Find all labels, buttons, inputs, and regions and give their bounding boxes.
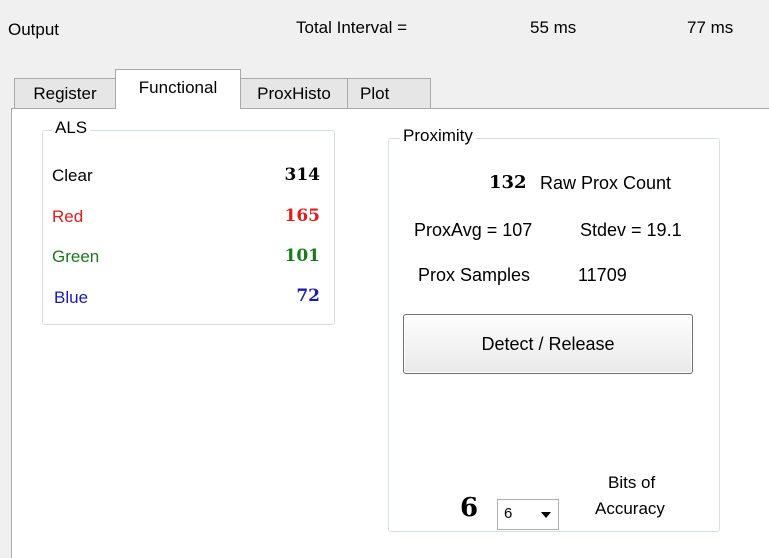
tab-plot[interactable]: Plot bbox=[347, 78, 431, 108]
bits-of-accuracy-display: 6 bbox=[460, 493, 479, 523]
total-interval-label: Total Interval = bbox=[296, 18, 408, 37]
output-label: Output bbox=[8, 20, 60, 39]
bits-of-accuracy-label-line1: Bits of bbox=[608, 473, 656, 492]
als-value-clear: 314 bbox=[284, 165, 321, 185]
interval-value-2: 77 ms bbox=[687, 18, 734, 37]
functional-panel: ALS Clear 314 Red 165 Green 101 Blue 72 … bbox=[11, 108, 769, 558]
als-group-title: ALS bbox=[52, 118, 91, 138]
prox-samples-value: 11709 bbox=[578, 265, 627, 285]
tab-functional[interactable]: Functional bbox=[115, 69, 241, 109]
bits-of-accuracy-label-line2: Accuracy bbox=[595, 499, 665, 518]
chevron-down-icon[interactable] bbox=[541, 512, 551, 518]
als-label-blue: Blue bbox=[54, 288, 89, 307]
raw-prox-count-value: 132 bbox=[489, 172, 527, 193]
stdev-readout: Stdev = 19.1 bbox=[580, 220, 682, 240]
proximity-group-title: Proximity bbox=[400, 126, 476, 146]
bits-dropdown-selected-value: 6 bbox=[504, 505, 513, 522]
als-value-blue: 72 bbox=[296, 286, 320, 306]
als-value-red: 165 bbox=[284, 206, 321, 226]
raw-prox-count-label: Raw Prox Count bbox=[540, 173, 672, 193]
prox-samples-label: Prox Samples bbox=[418, 265, 531, 285]
als-label-red: Red bbox=[52, 207, 84, 226]
prox-avg-readout: ProxAvg = 107 bbox=[414, 220, 533, 240]
als-label-green: Green bbox=[52, 247, 100, 266]
detect-release-button[interactable]: Detect / Release bbox=[403, 314, 693, 374]
bits-of-accuracy-dropdown[interactable]: 6 bbox=[497, 499, 559, 530]
als-label-clear: Clear bbox=[52, 166, 93, 185]
interval-value-1: 55 ms bbox=[530, 18, 577, 37]
als-value-green: 101 bbox=[284, 246, 321, 266]
tab-register[interactable]: Register bbox=[14, 78, 116, 108]
tab-proxhisto[interactable]: ProxHisto bbox=[240, 78, 348, 108]
